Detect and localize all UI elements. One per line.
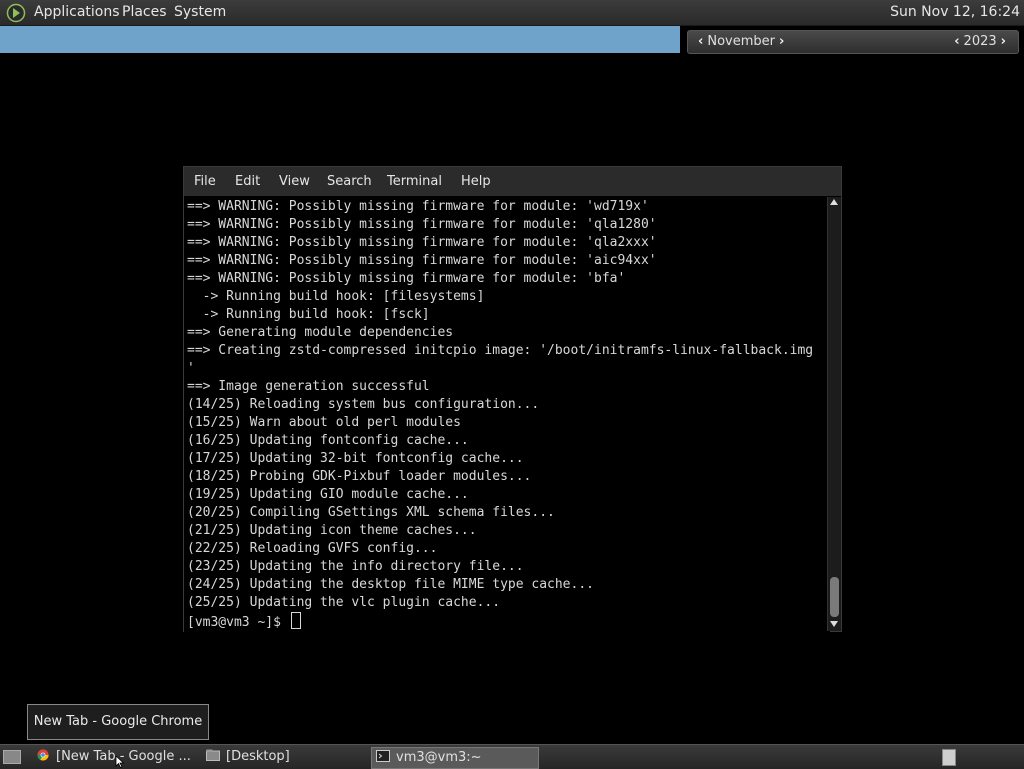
clock[interactable]: Sun Nov 12, 16:24: [890, 4, 1020, 20]
terminal-prompt-line[interactable]: [vm3@vm3 ~]$: [187, 612, 830, 630]
terminal-line: (25/25) Updating the vlc plugin cache...: [187, 595, 501, 610]
menu-file[interactable]: File: [194, 174, 216, 189]
calendar-header: ‹ November › ‹ 2023 ›: [687, 30, 1019, 54]
calendar-month-nav: ‹ November ›: [694, 34, 788, 49]
desktop-background-strip: [0, 26, 680, 53]
system-menu[interactable]: System: [174, 4, 226, 20]
terminal-line: (14/25) Reloading system bus configurati…: [187, 397, 540, 412]
prev-month-icon[interactable]: ‹: [694, 34, 707, 49]
menu-view[interactable]: View: [279, 174, 310, 189]
terminal-scrollbar[interactable]: [827, 197, 841, 631]
menu-search[interactable]: Search: [327, 174, 372, 189]
next-year-icon[interactable]: ›: [997, 34, 1010, 49]
menu-help[interactable]: Help: [461, 174, 491, 189]
folder-icon: [206, 749, 220, 761]
task-desktop[interactable]: [Desktop]: [206, 747, 326, 767]
workspace-switcher[interactable]: [942, 749, 956, 766]
terminal-menubar: File Edit View Search Terminal Help: [184, 167, 841, 196]
terminal-line: (17/25) Updating 32-bit fontconfig cache…: [187, 451, 524, 466]
chrome-icon: [37, 749, 49, 761]
terminal-line: (18/25) Probing GDK-Pixbuf loader module…: [187, 469, 532, 484]
terminal-line: (20/25) Compiling GSettings XML schema f…: [187, 505, 555, 520]
terminal-line: -> Running build hook: [fsck]: [187, 307, 430, 322]
top-panel: Applications Places System Sun Nov 12, 1…: [0, 0, 1024, 26]
scroll-up-icon[interactable]: [830, 199, 838, 205]
show-desktop-icon[interactable]: [3, 750, 21, 764]
terminal-line: (24/25) Updating the desktop file MIME t…: [187, 577, 594, 592]
terminal-output[interactable]: ==> WARNING: Possibly missing firmware f…: [184, 197, 830, 632]
terminal-line: (23/25) Updating the info directory file…: [187, 559, 524, 574]
terminal-line: ==> Image generation successful: [187, 379, 430, 394]
applications-menu[interactable]: Applications: [34, 4, 120, 20]
terminal-line: (16/25) Updating fontconfig cache...: [187, 433, 469, 448]
terminal-prompt: [vm3@vm3 ~]$: [187, 615, 289, 630]
calendar-year: 2023: [963, 34, 997, 49]
scrollbar-thumb[interactable]: [830, 577, 839, 617]
terminal-line: ==> WARNING: Possibly missing firmware f…: [187, 235, 657, 250]
terminal-line: ': [187, 361, 195, 376]
terminal-line: ==> Generating module dependencies: [187, 325, 454, 340]
next-month-icon[interactable]: ›: [775, 34, 788, 49]
terminal-line: (22/25) Reloading GVFS config...: [187, 541, 438, 556]
terminal-icon: [376, 750, 390, 762]
terminal-line: (21/25) Updating icon theme caches...: [187, 523, 477, 538]
terminal-line: ==> WARNING: Possibly missing firmware f…: [187, 199, 649, 214]
terminal-line: ==> Creating zstd-compressed initcpio im…: [187, 343, 814, 358]
mouse-pointer-icon: [115, 756, 125, 768]
terminal-line: ==> WARNING: Possibly missing firmware f…: [187, 271, 626, 286]
calendar-year-nav: ‹ 2023 ›: [950, 34, 1010, 49]
terminal-line: (19/25) Updating GIO module cache...: [187, 487, 469, 502]
terminal-line: -> Running build hook: [filesystems]: [187, 289, 485, 304]
calendar-month: November: [707, 34, 775, 49]
menu-edit[interactable]: Edit: [235, 174, 260, 189]
task-terminal[interactable]: vm3@vm3:~: [371, 747, 539, 769]
terminal-line: (15/25) Warn about old perl modules: [187, 415, 461, 430]
places-menu[interactable]: Places: [122, 4, 167, 20]
distro-logo-icon[interactable]: [6, 3, 26, 23]
menu-terminal[interactable]: Terminal: [387, 174, 442, 189]
bottom-panel: [New Tab - Google ... [Desktop] vm3@vm3:…: [0, 744, 1024, 769]
terminal-line: ==> WARNING: Possibly missing firmware f…: [187, 253, 657, 268]
task-label: vm3@vm3:~: [396, 750, 482, 765]
terminal-window[interactable]: File Edit View Search Terminal Help ==> …: [183, 166, 842, 632]
task-label: [Desktop]: [226, 749, 290, 764]
prev-year-icon[interactable]: ‹: [950, 34, 963, 49]
terminal-line: ==> WARNING: Possibly missing firmware f…: [187, 217, 657, 232]
text-cursor: [290, 612, 301, 629]
taskbar-tooltip: New Tab - Google Chrome: [27, 704, 209, 740]
scroll-down-icon[interactable]: [830, 621, 838, 627]
